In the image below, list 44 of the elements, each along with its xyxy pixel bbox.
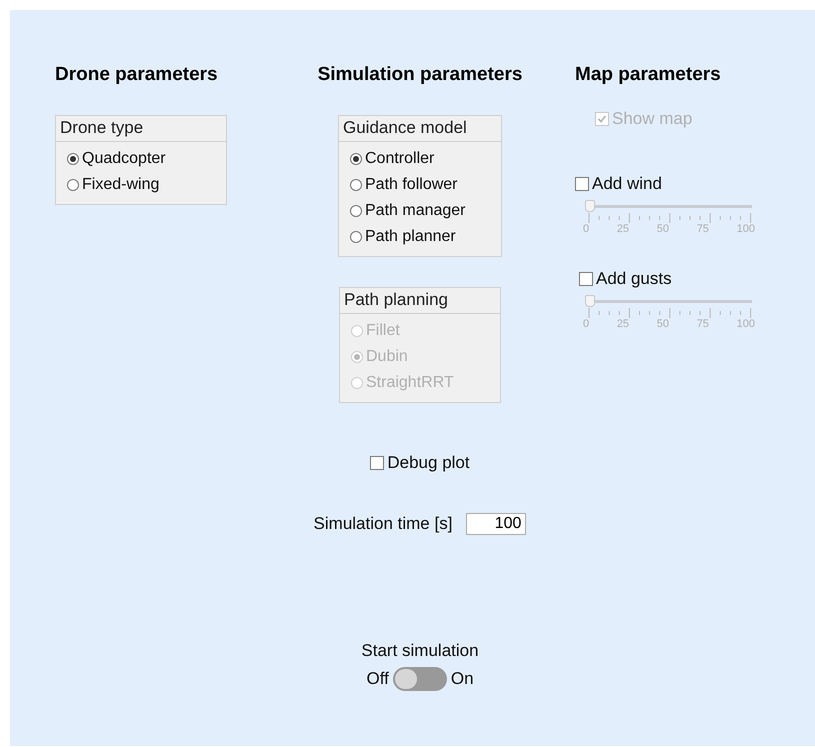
radio-icon[interactable] (67, 179, 79, 191)
section-heading: Map parameters (575, 64, 721, 86)
scale-label: 50 (656, 223, 669, 235)
radio-option[interactable]: Fixed-wing (67, 176, 160, 194)
scale-label: 25 (616, 223, 630, 235)
checkbox-label: Show map (612, 109, 692, 129)
checkbox-label: Add gusts (596, 269, 672, 289)
group-title: Guidance model (339, 116, 501, 142)
field-label: Simulation time [s] (314, 514, 452, 534)
radio-icon[interactable] (350, 179, 362, 191)
scale-label: 75 (696, 318, 709, 330)
scale-label: 0 (583, 223, 590, 235)
scale-label: 100 (736, 223, 755, 235)
checkbox[interactable] (579, 272, 593, 286)
checkbox-label: Add wind (592, 174, 662, 194)
group-title: Path planning (340, 288, 500, 314)
radio-icon[interactable] (350, 153, 362, 165)
radio-option[interactable]: Quadcopter (67, 150, 166, 168)
switch-off-label: Off (366, 669, 389, 689)
scale-label: 100 (736, 318, 755, 330)
input-field[interactable]: 100 (466, 513, 526, 535)
switch-on-label: On (450, 669, 474, 689)
scale-label: 50 (656, 318, 669, 330)
checkbox[interactable] (370, 456, 384, 470)
radio-icon[interactable] (350, 231, 362, 243)
radio-option[interactable]: Path planner (350, 228, 456, 246)
scale-label: 25 (616, 318, 630, 330)
radio-option[interactable]: Path follower (350, 176, 458, 194)
radio-option[interactable]: Controller (350, 150, 434, 168)
radio-icon[interactable] (67, 153, 79, 165)
radio-option[interactable]: Path manager (350, 202, 466, 220)
slider-thumb[interactable] (585, 200, 595, 212)
section-heading: Simulation parameters (318, 64, 522, 86)
check-icon (597, 114, 607, 124)
radio-icon[interactable] (350, 205, 362, 217)
scale-label: 0 (583, 318, 590, 330)
checkbox[interactable] (575, 177, 589, 191)
switch-label: Start simulation (361, 641, 479, 661)
group-title: Drone type (56, 116, 226, 142)
checkbox-label: Debug plot (387, 453, 470, 473)
toggle-switch[interactable] (392, 667, 447, 691)
slider-thumb[interactable] (585, 295, 595, 307)
section-heading: Drone parameters (55, 64, 218, 86)
scale-label: 75 (696, 223, 709, 235)
